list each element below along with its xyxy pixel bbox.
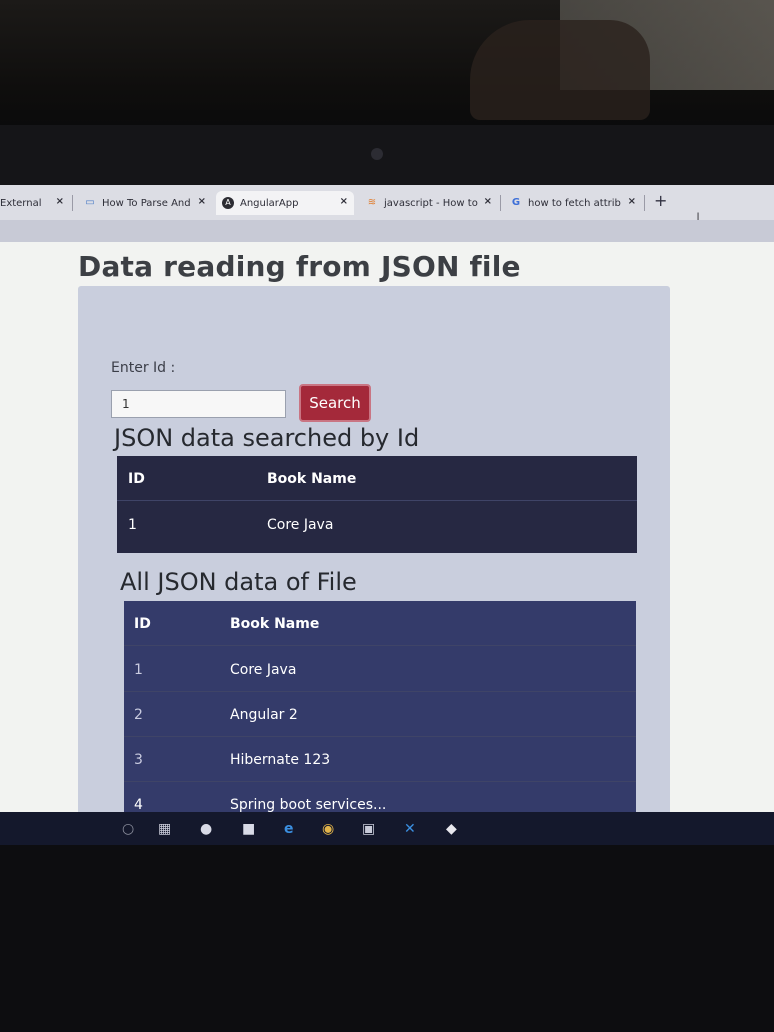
browser-tab-bar: External × ▭ How To Parse And × A Angula… xyxy=(0,185,774,227)
tab-external[interactable]: External × xyxy=(0,191,64,215)
browser-toolbar xyxy=(0,220,774,242)
file-explorer-icon[interactable]: ■ xyxy=(242,821,255,837)
close-icon[interactable]: × xyxy=(628,196,636,207)
close-icon[interactable]: × xyxy=(484,196,492,207)
cell-id: 2 xyxy=(134,707,143,723)
terminal-icon[interactable]: ▣ xyxy=(362,821,375,837)
table-row: 1 Core Java xyxy=(124,647,636,692)
tab-label: External xyxy=(0,197,42,209)
cell-book-name: Spring boot services... xyxy=(230,797,387,813)
search-button[interactable]: Search xyxy=(299,384,371,422)
tab-angularapp[interactable]: A AngularApp × xyxy=(216,191,354,215)
angular-icon: A xyxy=(222,197,234,209)
new-tab-button[interactable]: + xyxy=(654,191,667,210)
table-header-row: ID Book Name xyxy=(117,456,637,501)
search-icon[interactable]: ○ xyxy=(122,821,134,837)
tab-how-to-parse[interactable]: ▭ How To Parse And × xyxy=(84,191,206,215)
tab-label: AngularApp xyxy=(240,197,299,209)
content-panel: Enter Id : 1 Search JSON data searched b… xyxy=(78,286,670,845)
cell-id: 1 xyxy=(134,662,143,678)
header-book-name: Book Name xyxy=(267,471,357,487)
stackoverflow-icon: ≋ xyxy=(367,197,377,208)
cell-id: 4 xyxy=(134,797,143,813)
table-row: 1 Core Java xyxy=(117,502,637,547)
header-id: ID xyxy=(134,616,151,632)
enter-id-label: Enter Id : xyxy=(111,360,176,376)
id-input[interactable]: 1 xyxy=(111,390,286,418)
tab-separator xyxy=(72,195,73,211)
searched-table: ID Book Name 1 Core Java xyxy=(117,456,637,553)
cortana-icon[interactable]: ● xyxy=(200,821,212,837)
table-row: 3 Hibernate 123 xyxy=(124,737,636,782)
cell-book-name: Hibernate 123 xyxy=(230,752,331,768)
windows-taskbar: ○ ▦ ● ■ e ◉ ▣ ✕ ◆ xyxy=(0,812,774,845)
tab-javascript[interactable]: ≋ javascript - How to × xyxy=(366,191,492,215)
tab-label: javascript - How to xyxy=(384,197,478,209)
chrome-icon[interactable]: ◉ xyxy=(322,821,334,837)
google-icon: G xyxy=(511,197,521,208)
tab-how-to-fetch[interactable]: G how to fetch attrib × xyxy=(510,191,636,215)
laptop-bezel-top xyxy=(0,125,774,185)
page-title: Data reading from JSON file xyxy=(78,250,521,283)
laptop-bezel-bottom xyxy=(0,845,774,1032)
header-book-name: Book Name xyxy=(230,616,320,632)
document-icon: ▭ xyxy=(85,197,95,208)
cell-id: 3 xyxy=(134,752,143,768)
all-data-heading: All JSON data of File xyxy=(120,568,357,596)
table-header-row: ID Book Name xyxy=(124,601,636,646)
cell-book-name: Angular 2 xyxy=(230,707,298,723)
close-icon[interactable]: × xyxy=(198,196,206,207)
table-row: 2 Angular 2 xyxy=(124,692,636,737)
tab-label: how to fetch attrib xyxy=(528,197,621,209)
header-id: ID xyxy=(128,471,145,487)
close-icon[interactable]: × xyxy=(56,196,64,207)
tab-label: How To Parse And xyxy=(102,197,191,209)
laptop-screen: External × ▭ How To Parse And × A Angula… xyxy=(0,185,774,845)
cell-book-name: Core Java xyxy=(267,517,334,533)
close-icon[interactable]: × xyxy=(340,196,348,207)
cell-id: 1 xyxy=(128,517,137,533)
page-viewport: Data reading from JSON file Enter Id : 1… xyxy=(0,242,774,845)
webcam xyxy=(371,148,383,160)
searched-heading: JSON data searched by Id xyxy=(114,424,420,452)
background-object xyxy=(470,20,650,120)
app-icon[interactable]: ◆ xyxy=(446,821,457,837)
vscode-icon[interactable]: ✕ xyxy=(404,821,416,837)
cell-book-name: Core Java xyxy=(230,662,297,678)
tab-separator xyxy=(500,195,501,211)
tab-separator xyxy=(644,195,645,211)
all-data-table: ID Book Name 1 Core Java 2 Angular 2 3 H… xyxy=(124,601,636,845)
edge-icon[interactable]: e xyxy=(284,821,294,837)
background-room xyxy=(0,0,774,125)
task-view-icon[interactable]: ▦ xyxy=(158,821,171,837)
